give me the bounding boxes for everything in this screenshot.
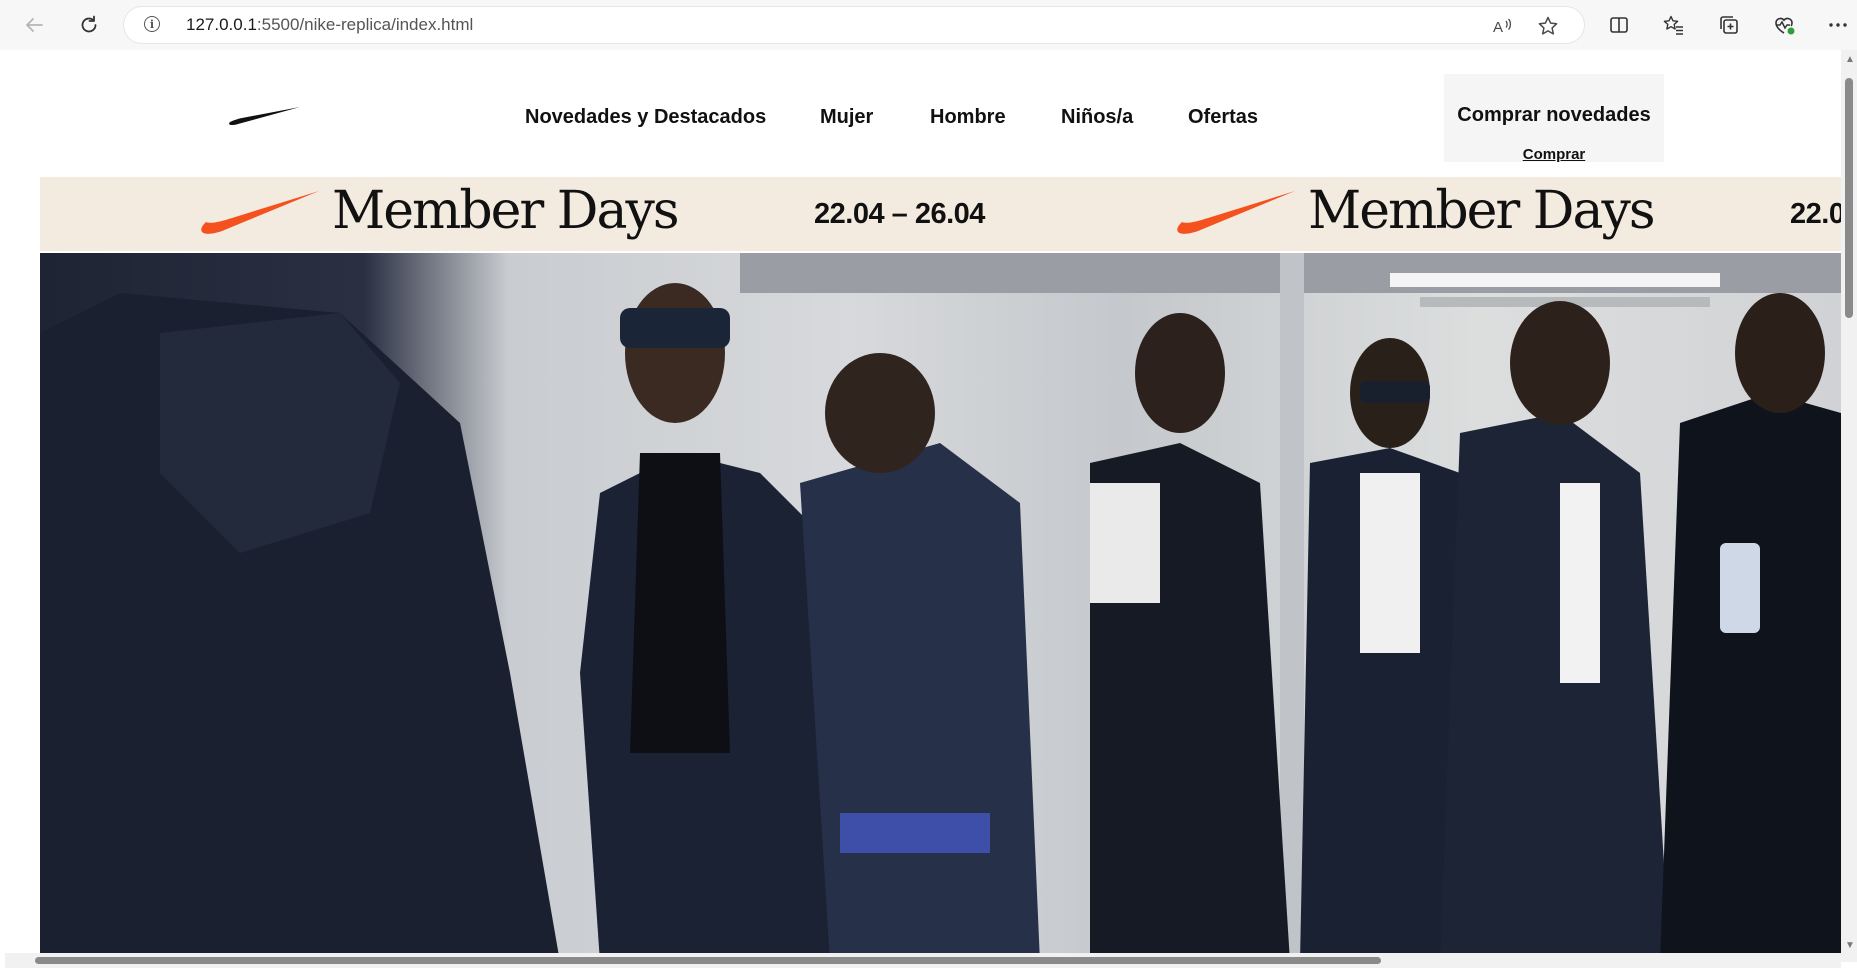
promo-title: Comprar novedades (1457, 104, 1651, 126)
nike-swoosh-icon (229, 107, 300, 126)
browser-toolbar: i 127.0.0.1:5500/nike-replica/index.html… (0, 0, 1857, 50)
read-aloud-icon[interactable]: A (1491, 15, 1513, 37)
banner-title: Member Days (332, 181, 680, 241)
nike-logo[interactable] (226, 104, 302, 128)
swoosh-icon (1177, 191, 1295, 234)
swoosh-icon (201, 191, 319, 234)
collections-icon[interactable] (1713, 9, 1745, 41)
url-path: :5500/nike-replica/index.html (256, 15, 474, 34)
scroll-up-icon[interactable]: ▲ (1845, 54, 1855, 65)
horizontal-scroll-thumb[interactable] (35, 957, 1381, 964)
split-screen-icon[interactable] (1603, 9, 1635, 41)
browser-essentials-icon[interactable] (1768, 9, 1800, 41)
scroll-down-icon[interactable]: ▼ (1845, 940, 1855, 951)
more-icon[interactable] (1822, 9, 1854, 41)
horizontal-scrollbar[interactable] (5, 953, 1841, 968)
back-icon[interactable] (18, 9, 50, 41)
promo-box: Comprar novedades Comprar (1444, 74, 1664, 163)
url-text[interactable]: 127.0.0.1:5500/nike-replica/index.html (186, 15, 473, 35)
favorite-star-icon[interactable] (1537, 15, 1559, 37)
refresh-icon[interactable] (73, 9, 105, 41)
favorites-icon[interactable] (1658, 9, 1690, 41)
nav-item-novedades[interactable]: Novedades y Destacados (525, 106, 766, 129)
url-host: 127.0.0.1 (186, 15, 257, 34)
nav-item-hombre[interactable]: Hombre (930, 106, 1006, 129)
promo-link[interactable]: Comprar (1444, 146, 1664, 163)
vertical-scroll-thumb[interactable] (1845, 78, 1853, 318)
banner-dates: 22.04 – 26.04 (814, 198, 985, 230)
nav-item-ofertas[interactable]: Ofertas (1188, 106, 1258, 129)
nav-item-mujer[interactable]: Mujer (820, 106, 873, 129)
member-days-banner[interactable]: Member Days 22.04 – 26.04 Member Days 22… (40, 177, 1841, 251)
address-bar[interactable]: i 127.0.0.1:5500/nike-replica/index.html… (124, 7, 1584, 43)
info-icon[interactable]: i (144, 16, 160, 32)
page-viewport: Novedades y Destacados Mujer Hombre Niño… (5, 50, 1841, 962)
banner-dates: 22.04 – 26.04 (1790, 198, 1841, 230)
svg-text:A: A (1493, 19, 1503, 36)
vertical-scrollbar[interactable]: ▲ ▼ (1841, 50, 1857, 962)
hero-photo[interactable] (40, 253, 1841, 962)
hero-illustration (40, 253, 1841, 962)
banner-title: Member Days (1308, 181, 1656, 241)
nav-item-ninos[interactable]: Niños/a (1061, 106, 1133, 129)
